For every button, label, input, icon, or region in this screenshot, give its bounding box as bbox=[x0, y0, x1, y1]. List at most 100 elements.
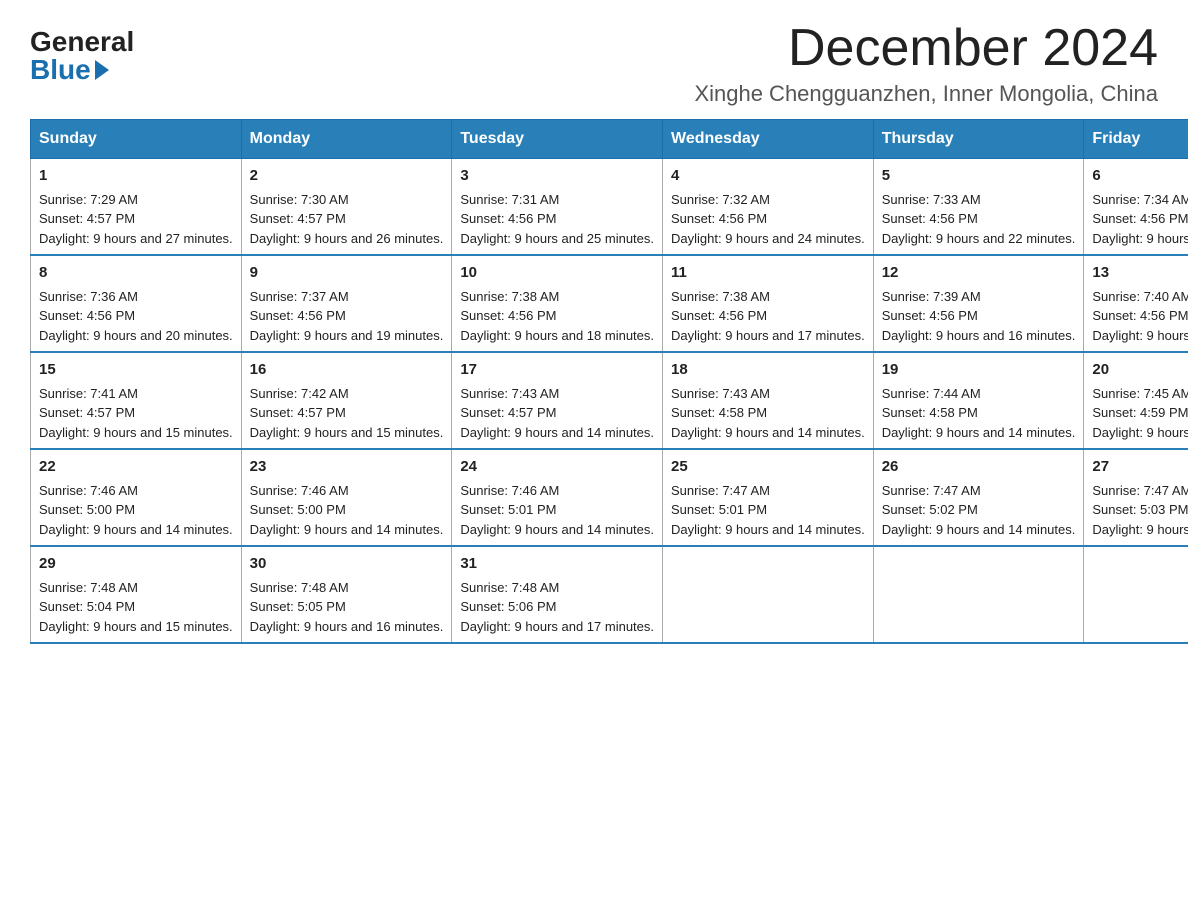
calendar-day-cell: 30 Sunrise: 7:48 AM Sunset: 5:05 PM Dayl… bbox=[241, 546, 452, 643]
logo: General Blue bbox=[30, 28, 134, 84]
day-number: 20 bbox=[1092, 359, 1188, 382]
day-number: 27 bbox=[1092, 456, 1188, 479]
daylight-info: Daylight: 9 hours and 20 minutes. bbox=[39, 328, 233, 343]
daylight-info: Daylight: 9 hours and 27 minutes. bbox=[39, 231, 233, 246]
day-number: 16 bbox=[250, 359, 444, 382]
sunset-info: Sunset: 4:56 PM bbox=[39, 308, 135, 323]
sunset-info: Sunset: 4:57 PM bbox=[39, 211, 135, 226]
sunset-info: Sunset: 5:06 PM bbox=[460, 599, 556, 614]
sunrise-info: Sunrise: 7:33 AM bbox=[882, 192, 981, 207]
sunrise-info: Sunrise: 7:47 AM bbox=[671, 483, 770, 498]
sunrise-info: Sunrise: 7:29 AM bbox=[39, 192, 138, 207]
sunset-info: Sunset: 5:04 PM bbox=[39, 599, 135, 614]
calendar-day-cell: 26 Sunrise: 7:47 AM Sunset: 5:02 PM Dayl… bbox=[873, 449, 1084, 546]
logo-blue-label: Blue bbox=[30, 56, 91, 84]
sunrise-info: Sunrise: 7:31 AM bbox=[460, 192, 559, 207]
daylight-info: Daylight: 9 hours and 14 minutes. bbox=[671, 425, 865, 440]
day-number: 13 bbox=[1092, 262, 1188, 285]
calendar-day-cell: 5 Sunrise: 7:33 AM Sunset: 4:56 PM Dayli… bbox=[873, 159, 1084, 256]
daylight-info: Daylight: 9 hours and 17 minutes. bbox=[460, 619, 654, 634]
sunset-info: Sunset: 4:56 PM bbox=[1092, 308, 1188, 323]
day-number: 12 bbox=[882, 262, 1076, 285]
calendar-day-cell: 31 Sunrise: 7:48 AM Sunset: 5:06 PM Dayl… bbox=[452, 546, 663, 643]
calendar-day-cell: 13 Sunrise: 7:40 AM Sunset: 4:56 PM Dayl… bbox=[1084, 255, 1188, 352]
daylight-info: Daylight: 9 hours and 14 minutes. bbox=[460, 522, 654, 537]
daylight-info: Daylight: 9 hours and 19 minutes. bbox=[250, 328, 444, 343]
daylight-info: Daylight: 9 hours and 16 minutes. bbox=[250, 619, 444, 634]
day-number: 4 bbox=[671, 165, 865, 188]
calendar-day-cell: 19 Sunrise: 7:44 AM Sunset: 4:58 PM Dayl… bbox=[873, 352, 1084, 449]
sunset-info: Sunset: 4:56 PM bbox=[460, 211, 556, 226]
sunrise-info: Sunrise: 7:34 AM bbox=[1092, 192, 1188, 207]
day-of-week-header: Tuesday bbox=[452, 120, 663, 159]
daylight-info: Daylight: 9 hours and 18 minutes. bbox=[460, 328, 654, 343]
day-number: 25 bbox=[671, 456, 865, 479]
sunset-info: Sunset: 4:56 PM bbox=[460, 308, 556, 323]
sunset-info: Sunset: 5:01 PM bbox=[671, 502, 767, 517]
daylight-info: Daylight: 9 hours and 14 minutes. bbox=[671, 522, 865, 537]
calendar-day-cell: 9 Sunrise: 7:37 AM Sunset: 4:56 PM Dayli… bbox=[241, 255, 452, 352]
page-header: General Blue December 2024 Xinghe Chengg… bbox=[30, 20, 1158, 107]
sunrise-info: Sunrise: 7:42 AM bbox=[250, 386, 349, 401]
sunrise-info: Sunrise: 7:36 AM bbox=[39, 289, 138, 304]
sunset-info: Sunset: 4:56 PM bbox=[882, 211, 978, 226]
day-number: 15 bbox=[39, 359, 233, 382]
sunrise-info: Sunrise: 7:48 AM bbox=[250, 580, 349, 595]
sunrise-info: Sunrise: 7:38 AM bbox=[671, 289, 770, 304]
day-number: 18 bbox=[671, 359, 865, 382]
daylight-info: Daylight: 9 hours and 15 minutes. bbox=[39, 425, 233, 440]
days-of-week-row: SundayMondayTuesdayWednesdayThursdayFrid… bbox=[31, 120, 1188, 159]
sunrise-info: Sunrise: 7:44 AM bbox=[882, 386, 981, 401]
daylight-info: Daylight: 9 hours and 15 minutes. bbox=[250, 425, 444, 440]
sunset-info: Sunset: 5:01 PM bbox=[460, 502, 556, 517]
day-number: 11 bbox=[671, 262, 865, 285]
calendar-day-cell: 22 Sunrise: 7:46 AM Sunset: 5:00 PM Dayl… bbox=[31, 449, 242, 546]
day-number: 10 bbox=[460, 262, 654, 285]
calendar-day-cell: 8 Sunrise: 7:36 AM Sunset: 4:56 PM Dayli… bbox=[31, 255, 242, 352]
calendar-day-cell: 2 Sunrise: 7:30 AM Sunset: 4:57 PM Dayli… bbox=[241, 159, 452, 256]
sunset-info: Sunset: 4:57 PM bbox=[460, 405, 556, 420]
day-number: 17 bbox=[460, 359, 654, 382]
logo-triangle-icon bbox=[95, 60, 109, 80]
day-number: 8 bbox=[39, 262, 233, 285]
day-number: 31 bbox=[460, 553, 654, 576]
title-section: December 2024 Xinghe Chengguanzhen, Inne… bbox=[694, 20, 1158, 107]
sunset-info: Sunset: 4:57 PM bbox=[39, 405, 135, 420]
logo-general-text: General bbox=[30, 28, 134, 56]
sunrise-info: Sunrise: 7:32 AM bbox=[671, 192, 770, 207]
day-number: 23 bbox=[250, 456, 444, 479]
daylight-info: Daylight: 9 hours and 17 minutes. bbox=[671, 328, 865, 343]
calendar-day-cell bbox=[873, 546, 1084, 643]
sunset-info: Sunset: 5:02 PM bbox=[882, 502, 978, 517]
calendar-day-cell: 27 Sunrise: 7:47 AM Sunset: 5:03 PM Dayl… bbox=[1084, 449, 1188, 546]
day-number: 30 bbox=[250, 553, 444, 576]
main-title: December 2024 bbox=[694, 20, 1158, 77]
day-number: 19 bbox=[882, 359, 1076, 382]
calendar-day-cell bbox=[1084, 546, 1188, 643]
sunrise-info: Sunrise: 7:47 AM bbox=[882, 483, 981, 498]
daylight-info: Daylight: 9 hours and 14 minutes. bbox=[39, 522, 233, 537]
sunset-info: Sunset: 4:57 PM bbox=[250, 405, 346, 420]
day-number: 9 bbox=[250, 262, 444, 285]
day-number: 26 bbox=[882, 456, 1076, 479]
sunset-info: Sunset: 4:58 PM bbox=[671, 405, 767, 420]
calendar-day-cell: 16 Sunrise: 7:42 AM Sunset: 4:57 PM Dayl… bbox=[241, 352, 452, 449]
sunset-info: Sunset: 5:00 PM bbox=[39, 502, 135, 517]
calendar-week-row: 1 Sunrise: 7:29 AM Sunset: 4:57 PM Dayli… bbox=[31, 159, 1188, 256]
logo-blue-text: Blue bbox=[30, 56, 111, 84]
day-number: 29 bbox=[39, 553, 233, 576]
calendar-day-cell: 11 Sunrise: 7:38 AM Sunset: 4:56 PM Dayl… bbox=[663, 255, 874, 352]
daylight-info: Daylight: 9 hours and 14 minutes. bbox=[882, 425, 1076, 440]
sunrise-info: Sunrise: 7:30 AM bbox=[250, 192, 349, 207]
daylight-info: Daylight: 9 hours and 16 minutes. bbox=[1092, 328, 1188, 343]
calendar-day-cell: 12 Sunrise: 7:39 AM Sunset: 4:56 PM Dayl… bbox=[873, 255, 1084, 352]
day-number: 22 bbox=[39, 456, 233, 479]
sunset-info: Sunset: 4:56 PM bbox=[671, 211, 767, 226]
day-of-week-header: Sunday bbox=[31, 120, 242, 159]
sunset-info: Sunset: 4:57 PM bbox=[250, 211, 346, 226]
day-number: 2 bbox=[250, 165, 444, 188]
day-number: 24 bbox=[460, 456, 654, 479]
calendar-day-cell: 23 Sunrise: 7:46 AM Sunset: 5:00 PM Dayl… bbox=[241, 449, 452, 546]
sunset-info: Sunset: 5:05 PM bbox=[250, 599, 346, 614]
sunrise-info: Sunrise: 7:48 AM bbox=[460, 580, 559, 595]
